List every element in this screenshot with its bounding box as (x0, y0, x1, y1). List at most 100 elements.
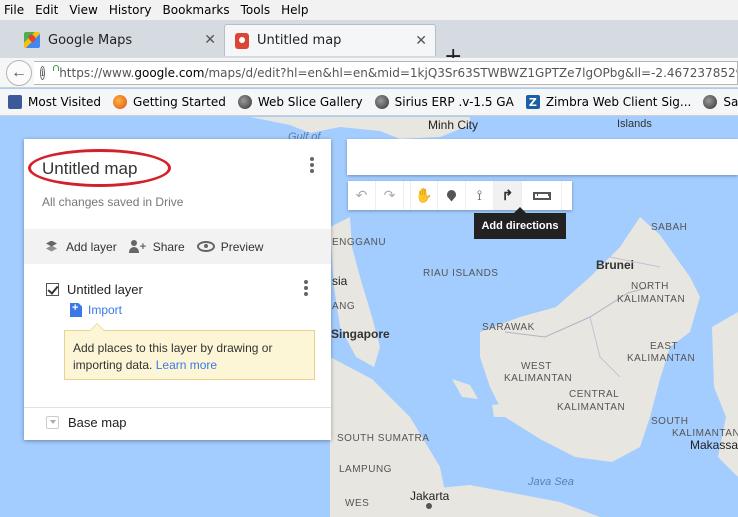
bookmark-web-slice-gallery[interactable]: Web Slice Gallery (237, 95, 363, 109)
redo-icon: ↷ (383, 187, 396, 203)
bookmark-label: Getting Started (133, 95, 226, 109)
map-label-malaysia: sia (332, 274, 348, 288)
map-label-sabah: SABAH (651, 222, 688, 233)
map-sidebar-panel: Untitled map All changes saved in Drive … (24, 139, 331, 440)
bookmark-most-visited[interactable]: Most Visited (8, 95, 101, 109)
firefox-icon (113, 95, 128, 109)
menu-history[interactable]: History (109, 3, 152, 17)
bookmark-label: Most Visited (28, 95, 102, 109)
map-label-singapore: Singapore (331, 327, 390, 341)
close-icon[interactable]: ✕ (415, 33, 427, 49)
globe-icon (374, 95, 389, 109)
bookmark-sadikunhr[interactable]: SadikunHR-ERP.v-1 (703, 95, 738, 109)
map-title[interactable]: Untitled map (42, 159, 137, 179)
layer-name[interactable]: Untitled layer (67, 282, 143, 297)
bookmark-sirius-erp[interactable]: Sirius ERP .v-1.5 GA (374, 95, 514, 109)
bookmark-label: Sirius ERP .v-1.5 GA (394, 95, 514, 109)
undo-button[interactable]: ↶ (348, 181, 376, 210)
map-label-east: EAST (650, 341, 679, 352)
map-label-lampung: LAMPUNG (339, 464, 392, 475)
eye-icon (196, 241, 215, 252)
back-button[interactable]: ← (6, 60, 32, 86)
land-sulawesi (712, 312, 738, 477)
address-bar[interactable]: i https://www. google.com/maps/d/edit?hl=… (34, 61, 738, 85)
menu-bar: File Edit View History Bookmarks Tools H… (0, 0, 738, 20)
city-dot (426, 503, 432, 509)
bookmark-getting-started[interactable]: Getting Started (113, 95, 226, 109)
map-label-makassar: Makassa (690, 438, 738, 452)
globe-icon (703, 95, 718, 109)
add-layer-button[interactable]: Add layer (44, 240, 117, 254)
add-person-icon: + (128, 239, 147, 254)
bookmark-label: Web Slice Gallery (257, 95, 363, 109)
marker-icon (447, 189, 456, 202)
measure-button[interactable] (522, 181, 562, 210)
url-host: google.com (134, 66, 205, 80)
learn-more-link[interactable]: Learn more (156, 358, 217, 372)
menu-bookmarks[interactable]: Bookmarks (163, 3, 230, 17)
add-marker-button[interactable] (438, 181, 466, 210)
tab-google-maps[interactable]: Google Maps ✕ (14, 24, 224, 56)
land-bangka (452, 379, 478, 399)
add-directions-button[interactable]: ↱ (494, 181, 522, 210)
menu-edit[interactable]: Edit (35, 3, 58, 17)
url-prefix: https://www. (59, 66, 135, 80)
map-label-java-sea: Java Sea (528, 476, 574, 488)
map-label-central-kalimantan: KALIMANTAN (557, 402, 626, 413)
info-icon[interactable]: i (40, 66, 46, 80)
map-label-riau: RIAU ISLANDS (423, 268, 499, 279)
map-label-west-java: WES (345, 498, 370, 509)
tab-untitled-map[interactable]: Untitled map ✕ (224, 24, 436, 56)
tooltip-add-directions: Add directions (474, 207, 566, 239)
directions-icon: ↱ (501, 187, 514, 203)
base-map-row[interactable]: Base map (46, 415, 127, 430)
map-label-south-sumatra: SOUTH SUMATRA (337, 433, 430, 444)
menu-view[interactable]: View (69, 3, 97, 17)
map-search-input[interactable] (347, 139, 738, 175)
map-label-minh-city: Minh City (428, 118, 479, 132)
my-maps-pin-icon (235, 32, 249, 49)
bookmark-zimbra[interactable]: Z Zimbra Web Client Sig... (525, 95, 692, 109)
menu-file[interactable]: File (4, 3, 24, 17)
save-status: All changes saved in Drive (42, 195, 184, 209)
menu-tools[interactable]: Tools (241, 3, 271, 17)
map-label-islands: Islands (617, 118, 652, 130)
layer-hint-box: Add places to this layer by drawing or i… (64, 323, 315, 380)
layer-options-icon[interactable] (296, 278, 316, 298)
map-label-north: NORTH (631, 281, 669, 292)
tab-label: Google Maps (48, 32, 133, 48)
layers-icon (44, 241, 60, 253)
map-label-west: WEST (521, 361, 552, 372)
map-toolbar: ↶ ↷ ✋ ⟟ ↱ (348, 181, 572, 210)
menu-help[interactable]: Help (281, 3, 308, 17)
draw-line-button[interactable]: ⟟ (466, 181, 494, 210)
globe-icon (237, 95, 252, 109)
preview-button[interactable]: Preview (196, 240, 263, 254)
navigation-bar: ← i https://www. google.com/maps/d/edit?h… (0, 58, 738, 88)
map-label-south: SOUTH (651, 416, 689, 427)
chevron-down-icon[interactable] (46, 416, 59, 429)
layer-visibility-checkbox[interactable] (46, 282, 59, 296)
import-file-icon (70, 303, 82, 317)
map-label-north-kalimantan: KALIMANTAN (617, 294, 686, 305)
map-label-west-kalimantan: KALIMANTAN (504, 373, 573, 384)
share-button[interactable]: + Share (128, 239, 185, 254)
import-link[interactable]: Import (70, 303, 122, 317)
arrow-left-icon: ← (11, 64, 27, 81)
draw-line-icon: ⟟ (476, 187, 483, 203)
tab-label: Untitled map (257, 33, 342, 48)
bookmarks-toolbar: Most Visited Getting Started Web Slice G… (0, 89, 738, 116)
select-items-button[interactable]: ✋ (410, 181, 438, 210)
bookmark-label: SadikunHR-ERP.v-1 (723, 95, 738, 109)
map-label-brunei: Brunei (596, 258, 635, 272)
map-label-pahang: ANG (332, 301, 356, 312)
ruler-icon (532, 191, 551, 200)
tab-strip: Google Maps ✕ Untitled map ✕ + (0, 20, 738, 69)
map-options-icon[interactable] (302, 155, 322, 175)
redo-button[interactable]: ↷ (376, 181, 404, 210)
close-icon[interactable]: ✕ (204, 32, 216, 48)
bookmark-label: Zimbra Web Client Sig... (545, 95, 692, 109)
zimbra-icon: Z (525, 95, 540, 109)
panel-action-bar: Add layer + Share Preview (24, 229, 331, 264)
folder-icon (8, 95, 22, 109)
